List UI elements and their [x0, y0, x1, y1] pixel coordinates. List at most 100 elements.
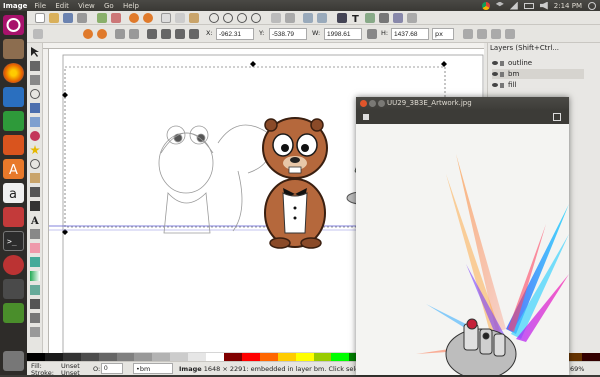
visibility-icon[interactable]: [492, 83, 498, 87]
gradient-tool-icon[interactable]: [30, 271, 40, 281]
width-field[interactable]: [324, 28, 362, 40]
zoom-drawing-icon[interactable]: [223, 13, 233, 23]
dropbox-icon[interactable]: [495, 1, 504, 7]
files-icon[interactable]: [3, 39, 24, 59]
import-icon[interactable]: [97, 13, 107, 23]
preferences-icon[interactable]: [407, 13, 417, 23]
xml-editor-icon[interactable]: [379, 13, 389, 23]
power-icon[interactable]: [588, 1, 596, 10]
raise-to-top-icon[interactable]: [147, 29, 157, 39]
menu-go[interactable]: Go: [104, 2, 114, 10]
stroke-value[interactable]: Unset: [61, 369, 80, 377]
battery-icon[interactable]: [523, 2, 534, 9]
color-swatch[interactable]: [62, 353, 81, 361]
zoom-width-icon[interactable]: [251, 13, 261, 23]
clone-icon[interactable]: [285, 13, 295, 23]
pencil-tool-icon[interactable]: [30, 173, 40, 183]
scale-corners-icon[interactable]: [477, 29, 487, 39]
scale-stroke-icon[interactable]: [463, 29, 473, 39]
color-swatch[interactable]: [259, 353, 278, 361]
measure-tool-icon[interactable]: [30, 327, 40, 337]
color-swatch[interactable]: [331, 353, 350, 361]
ungroup-icon[interactable]: [317, 13, 327, 23]
dropper-tool-icon[interactable]: [30, 299, 40, 309]
duplicate-icon[interactable]: [271, 13, 281, 23]
new-document-icon[interactable]: [35, 13, 45, 23]
3d-box-tool-icon[interactable]: [30, 117, 40, 127]
lock-icon[interactable]: [500, 60, 504, 66]
visibility-icon[interactable]: [492, 72, 498, 76]
maximize-icon[interactable]: [378, 100, 385, 107]
ubuntu-dash-icon[interactable]: [3, 15, 24, 35]
rotate-ccw-icon[interactable]: [83, 29, 93, 39]
gallery-icon[interactable]: [363, 114, 369, 120]
screenshot-icon[interactable]: [3, 303, 24, 323]
color-swatch[interactable]: [98, 353, 117, 361]
group-icon[interactable]: [303, 13, 313, 23]
zoom-value[interactable]: 69%: [570, 365, 584, 373]
zoom-tool-icon[interactable]: [30, 89, 40, 99]
undo-icon[interactable]: [129, 13, 139, 23]
color-swatch[interactable]: [116, 353, 135, 361]
zoom-selection-icon[interactable]: [209, 13, 219, 23]
star-tool-icon[interactable]: [30, 145, 40, 155]
color-swatch[interactable]: [44, 353, 63, 361]
trash-icon[interactable]: [3, 351, 24, 371]
terminal-icon[interactable]: >_: [3, 231, 24, 251]
open-icon[interactable]: [49, 13, 59, 23]
writer-icon[interactable]: [3, 87, 24, 107]
eraser-tool-icon[interactable]: [30, 243, 40, 253]
close-icon[interactable]: [360, 100, 367, 107]
horizontal-ruler[interactable]: [43, 43, 484, 49]
color-swatch[interactable]: [313, 353, 332, 361]
menu-edit[interactable]: Edit: [55, 2, 69, 10]
color-swatch[interactable]: [170, 353, 189, 361]
zoom-page-icon[interactable]: [237, 13, 247, 23]
spiral-tool-icon[interactable]: [30, 159, 40, 169]
color-swatch[interactable]: [188, 353, 207, 361]
y-field[interactable]: [269, 28, 307, 40]
vertical-ruler[interactable]: [43, 49, 49, 353]
pen-tool-icon[interactable]: [30, 187, 40, 197]
viewer-titlebar[interactable]: UU29_3B3E_Artwork.jpg: [356, 97, 569, 110]
opacity-field[interactable]: [101, 363, 123, 374]
clock[interactable]: 2:14 PM: [554, 2, 582, 10]
settings-icon[interactable]: [3, 255, 24, 275]
text-tool-icon[interactable]: A: [30, 215, 40, 227]
color-swatch[interactable]: [27, 353, 45, 361]
tweak-tool-icon[interactable]: [30, 75, 40, 85]
color-swatch[interactable]: [223, 353, 242, 361]
redo-icon[interactable]: [143, 13, 153, 23]
system-settings-icon[interactable]: [3, 207, 24, 227]
layer-row-outline[interactable]: outline: [492, 58, 584, 68]
ellipse-tool-icon[interactable]: [30, 131, 40, 141]
software-center-icon[interactable]: A: [3, 159, 24, 179]
calligraphy-tool-icon[interactable]: [30, 201, 40, 211]
lower-to-bottom-icon[interactable]: [189, 29, 199, 39]
x-field[interactable]: [216, 28, 254, 40]
node-tool-icon[interactable]: [30, 61, 40, 71]
connector-tool-icon[interactable]: [30, 313, 40, 323]
lock-ratio-icon[interactable]: [367, 29, 377, 39]
move-gradients-icon[interactable]: [491, 29, 501, 39]
fullscreen-icon[interactable]: [553, 113, 561, 121]
chrome-icon[interactable]: [481, 1, 490, 10]
color-swatch[interactable]: [582, 353, 600, 361]
selector-tool-icon[interactable]: [30, 47, 40, 57]
export-icon[interactable]: [111, 13, 121, 23]
menu-file[interactable]: File: [34, 2, 46, 10]
move-patterns-icon[interactable]: [505, 29, 515, 39]
color-swatch[interactable]: [134, 353, 153, 361]
visibility-icon[interactable]: [492, 61, 498, 65]
layer-row-fill[interactable]: fill: [492, 80, 584, 90]
select-all-icon[interactable]: [33, 29, 43, 39]
color-swatch[interactable]: [295, 353, 314, 361]
save-icon[interactable]: [63, 13, 73, 23]
fill-stroke-icon[interactable]: [337, 13, 347, 23]
align-icon[interactable]: [393, 13, 403, 23]
menu-view[interactable]: View: [78, 2, 95, 10]
menu-help[interactable]: Help: [123, 2, 139, 10]
lower-icon[interactable]: [175, 29, 185, 39]
bucket-tool-icon[interactable]: [30, 257, 40, 267]
text-icon[interactable]: T: [351, 13, 361, 25]
